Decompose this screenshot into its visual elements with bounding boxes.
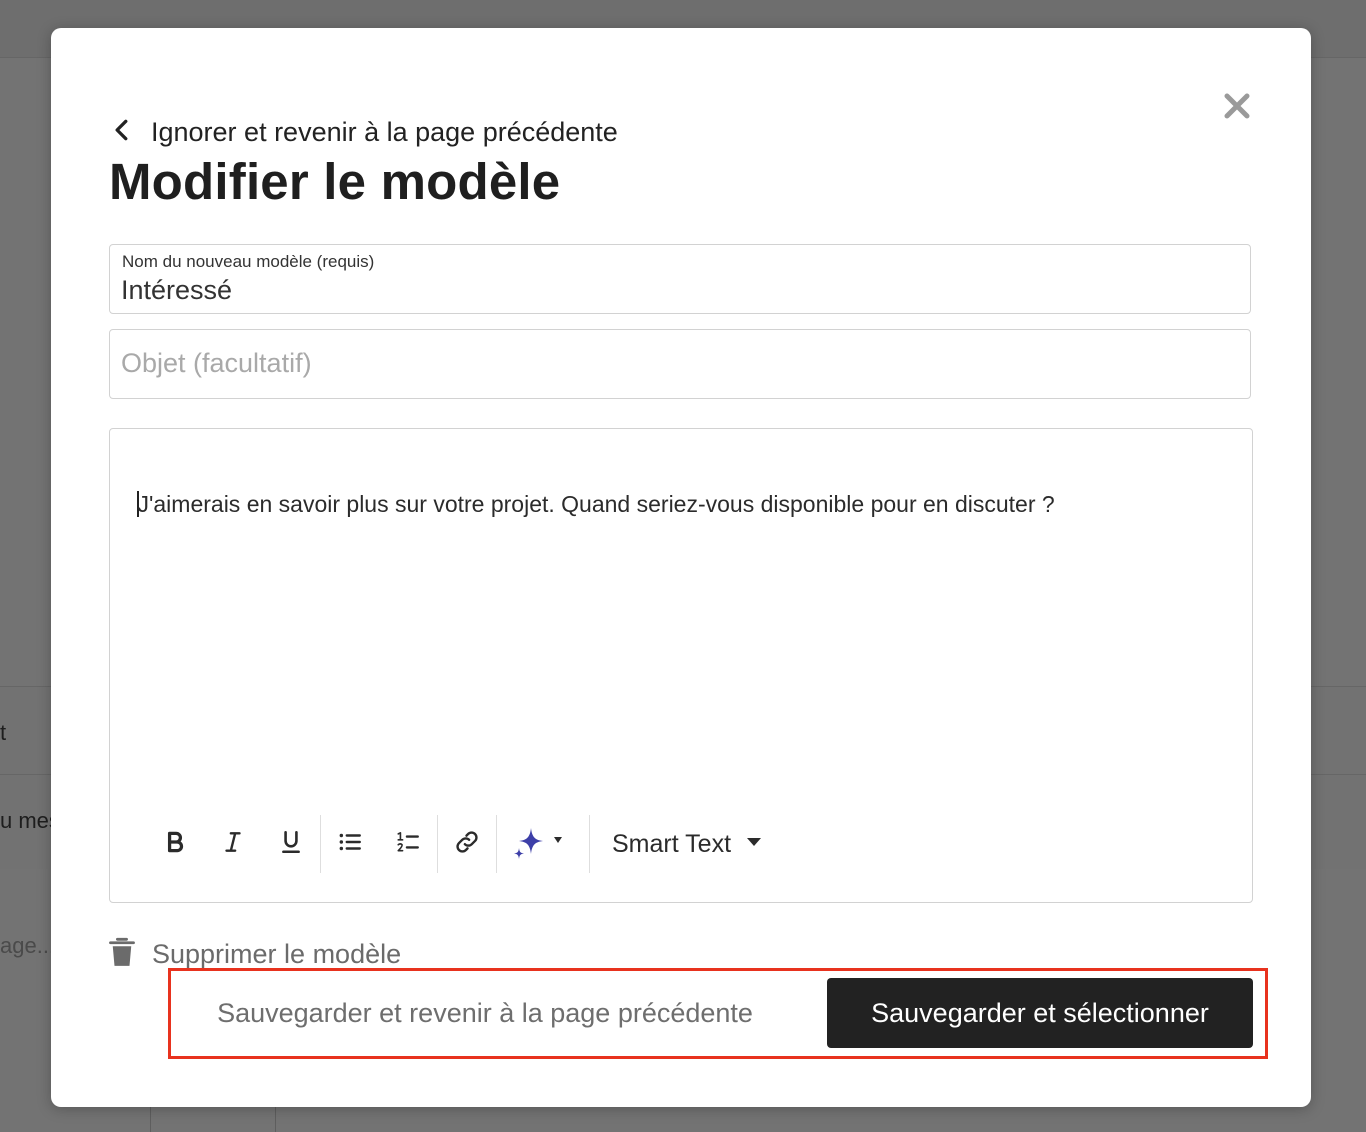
back-link[interactable]: Ignorer et revenir à la page précédente — [109, 114, 618, 150]
back-link-label: Ignorer et revenir à la page précédente — [151, 116, 618, 147]
italic-button[interactable] — [204, 821, 262, 867]
caret-down-icon — [731, 835, 763, 854]
numbered-list-button[interactable] — [379, 821, 437, 867]
edit-template-modal: Ignorer et revenir à la page précédente … — [51, 28, 1311, 1107]
save-and-select-button[interactable]: Sauvegarder et sélectionner — [827, 978, 1253, 1048]
toolbar-divider — [589, 815, 590, 873]
underline-icon — [278, 829, 304, 860]
template-name-field[interactable]: Nom du nouveau modèle (requis) — [109, 244, 1251, 314]
insert-link-button[interactable] — [438, 821, 496, 867]
page-title: Modifier le modèle — [109, 153, 561, 210]
background-divider — [275, 1105, 276, 1132]
subject-field[interactable] — [109, 329, 1251, 399]
trash-icon — [109, 937, 135, 972]
template-name-label: Nom du nouveau modèle (requis) — [122, 252, 375, 271]
save-and-back-button[interactable]: Sauvegarder et revenir à la page précéde… — [190, 978, 780, 1048]
close-icon — [1222, 91, 1252, 126]
template-name-input[interactable] — [121, 275, 1231, 306]
italic-icon — [220, 829, 246, 860]
editor-text: J'aimerais en savoir plus sur votre proj… — [137, 491, 1055, 517]
sparkle-icon — [511, 824, 575, 865]
bullet-list-icon — [337, 829, 363, 860]
smart-text-dropdown[interactable]: Smart Text — [612, 821, 763, 867]
background-row-text: t — [0, 720, 7, 745]
ai-assist-dropdown[interactable] — [497, 821, 589, 867]
chevron-left-icon — [109, 117, 135, 148]
bold-button[interactable] — [146, 821, 204, 867]
subject-input[interactable] — [121, 348, 1231, 379]
delete-template-label: Supprimer le modèle — [152, 938, 402, 969]
smart-text-label: Smart Text — [612, 829, 732, 858]
editor-body[interactable]: J'aimerais en savoir plus sur votre proj… — [137, 491, 1055, 518]
underline-button[interactable] — [262, 821, 320, 867]
background-divider — [150, 1105, 151, 1132]
message-editor[interactable]: J'aimerais en savoir plus sur votre proj… — [109, 428, 1253, 903]
bullet-list-button[interactable] — [321, 821, 379, 867]
format-toolbar: Smart Text — [146, 814, 763, 874]
bold-icon — [162, 829, 188, 860]
close-button[interactable] — [1218, 89, 1256, 127]
background-composer-placeholder: age... — [0, 933, 56, 958]
numbered-list-icon — [395, 829, 421, 860]
link-icon — [454, 829, 480, 860]
